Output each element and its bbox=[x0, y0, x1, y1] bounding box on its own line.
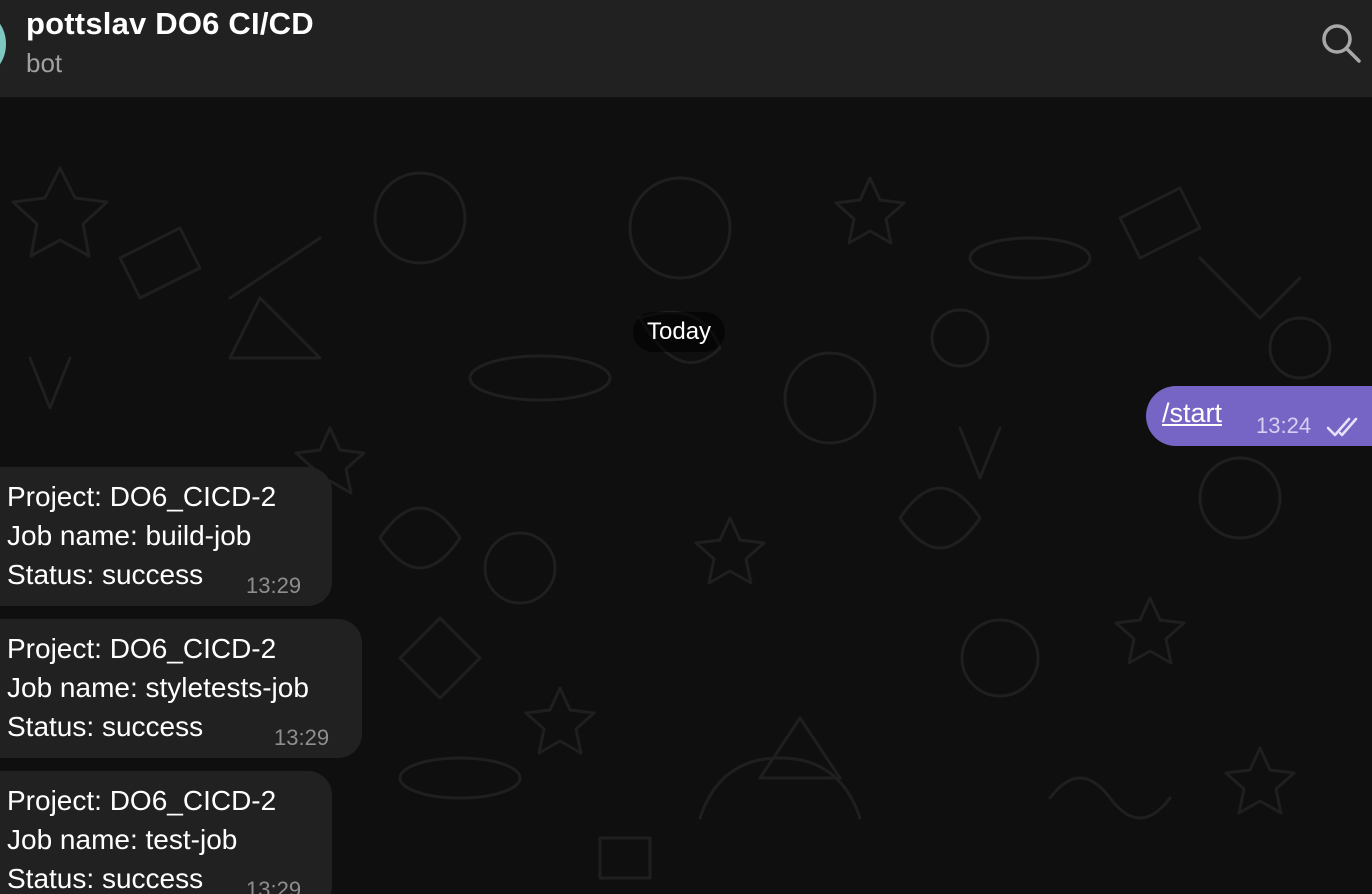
chat-window: pottslav DO6 CI/CD bot Today /start 13:2… bbox=[0, 0, 1372, 894]
bot-command-link[interactable]: /start bbox=[1162, 398, 1222, 429]
message-line-status: Status: success bbox=[7, 711, 204, 742]
double-check-icon bbox=[1326, 416, 1362, 438]
incoming-message[interactable]: Project: DO6_CICD-2 Job name: styletests… bbox=[0, 619, 362, 758]
date-separator: Today bbox=[633, 312, 726, 352]
outgoing-message[interactable]: /start 13:24 bbox=[1146, 386, 1372, 446]
incoming-message[interactable]: Project: DO6_CICD-2 Job name: build-job … bbox=[0, 467, 332, 606]
message-line-project: Project: DO6_CICD-2 bbox=[7, 633, 277, 664]
search-icon[interactable] bbox=[1318, 20, 1364, 66]
chat-title[interactable]: pottslav DO6 CI/CD bbox=[26, 6, 314, 42]
chat-subtitle: bot bbox=[26, 48, 63, 78]
message-line-status: Status: success bbox=[7, 559, 204, 590]
message-time: 13:29 bbox=[246, 573, 302, 598]
avatar[interactable] bbox=[0, 14, 6, 74]
message-line-job: Job name: styletests-job bbox=[7, 672, 309, 703]
message-line-job: Job name: test-job bbox=[7, 824, 238, 855]
message-time: 13:24 bbox=[1256, 413, 1312, 438]
message-time: 13:29 bbox=[274, 725, 330, 750]
message-line-project: Project: DO6_CICD-2 bbox=[7, 481, 277, 512]
incoming-message[interactable]: Project: DO6_CICD-2 Job name: test-job S… bbox=[0, 771, 332, 894]
message-line-status: Status: success bbox=[7, 863, 204, 894]
chat-header: pottslav DO6 CI/CD bot bbox=[0, 0, 1372, 98]
message-time: 13:29 bbox=[246, 877, 302, 894]
message-line-job: Job name: build-job bbox=[7, 520, 252, 551]
message-line-project: Project: DO6_CICD-2 bbox=[7, 785, 277, 816]
